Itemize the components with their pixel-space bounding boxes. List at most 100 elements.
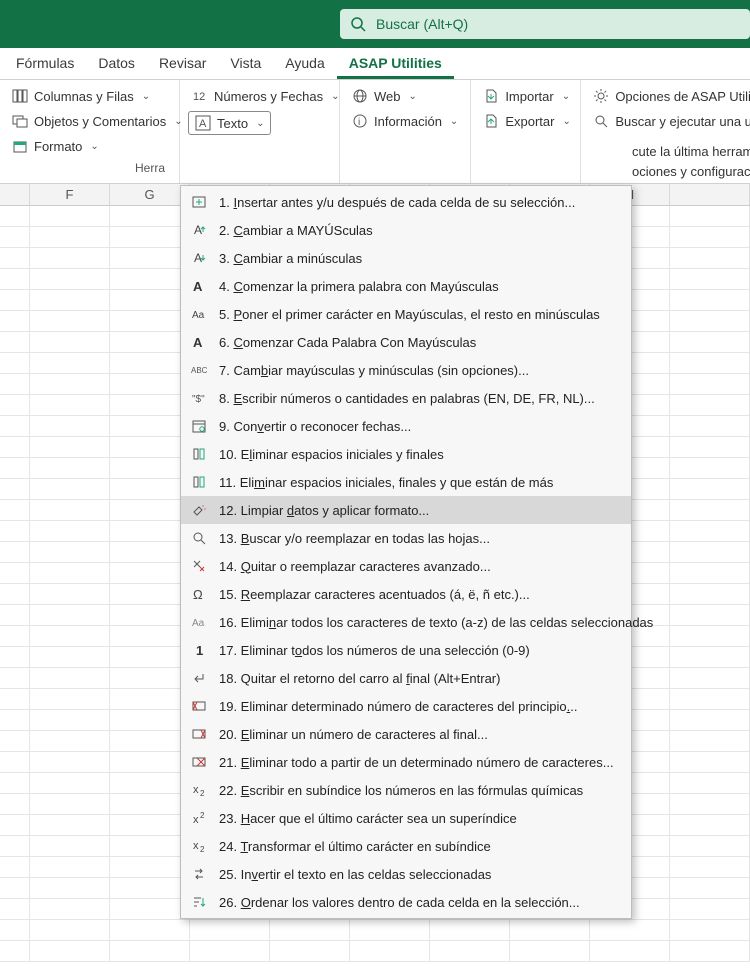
menu-item-label: 11. Eliminar espacios iniciales, finales… (219, 475, 553, 490)
menu-item-13[interactable]: 13. Buscar y/o reemplazar en todas las h… (181, 524, 631, 552)
omega-icon: Ω (189, 585, 209, 603)
menu-item-7[interactable]: ABC 7. Cambiar mayúsculas y minúsculas (s… (181, 356, 631, 384)
col-G[interactable]: G (110, 184, 190, 205)
menu-item-label: 7. Cambiar mayúsculas y minúsculas (sin … (219, 363, 529, 378)
menu-item-label: 15. Reemplazar caracteres acentuados (á,… (219, 587, 530, 602)
menu-item-11[interactable]: 11. Eliminar espacios iniciales, finales… (181, 468, 631, 496)
menu-item-4[interactable]: A4. Comenzar la primera palabra con Mayú… (181, 272, 631, 300)
menu-item-14[interactable]: 14. Quitar o reemplazar caracteres avanz… (181, 552, 631, 580)
menu-item-label: 17. Eliminar todos los números de una se… (219, 643, 530, 658)
menu-item-2[interactable]: A 2. Cambiar a MAYÚSculas (181, 216, 631, 244)
search-tool-icon (593, 113, 609, 129)
insert-icon (189, 193, 209, 211)
menu-item-label: 5. Poner el primer carácter en Mayúscula… (219, 307, 600, 322)
tab-datos[interactable]: Datos (86, 49, 147, 79)
menu-item-21[interactable]: 21. Eliminar todo a partir de un determi… (181, 748, 631, 776)
columns-rows-button[interactable]: Columnas y Filas ⌄ (8, 86, 171, 106)
menu-item-8[interactable]: "$"8. Escribir números o cantidades en p… (181, 384, 631, 412)
svg-text:A: A (199, 118, 207, 130)
numbers-dates-button[interactable]: 12 Números y Fechas⌄ (188, 86, 331, 106)
menu-item-label: 25. Invertir el texto en las celdas sele… (219, 867, 491, 882)
menu-item-label: 26. Ordenar los valores dentro de cada c… (219, 895, 580, 910)
menu-item-15[interactable]: Ω 15. Reemplazar caracteres acentuados (á… (181, 580, 631, 608)
menu-item-label: 24. Transformar el último carácter en su… (219, 839, 491, 854)
menu-item-24[interactable]: x2 24. Transformar el último carácter en … (181, 832, 631, 860)
menu-item-12[interactable]: 12. Limpiar datos y aplicar formato... (181, 496, 631, 524)
svg-text:x: x (193, 784, 199, 796)
chevron-down-icon: ⌄ (142, 91, 150, 102)
svg-text:ABC: ABC (191, 366, 207, 375)
menu-item-16[interactable]: Aa16. Eliminar todos los caracteres de t… (181, 608, 631, 636)
AH-icon: A (189, 277, 209, 295)
format-button[interactable]: Formato⌄ (8, 136, 171, 156)
A-up-icon: A (189, 221, 209, 239)
menu-item-18[interactable]: 18. Quitar el retorno del carro al final… (181, 664, 631, 692)
import-label: Importar (505, 89, 553, 104)
tab-vista[interactable]: Vista (218, 49, 273, 79)
chevron-down-icon: ⌄ (90, 141, 98, 152)
text-button[interactable]: A Texto ⌄ (188, 111, 271, 135)
A-dn-icon: A (189, 249, 209, 267)
export-label: Exportar (505, 114, 554, 129)
menu-item-label: 14. Quitar o reemplazar caracteres avanz… (219, 559, 491, 574)
menu-item-1[interactable]: 1. Insertar antes y/u después de cada ce… (181, 188, 631, 216)
gear-icon (593, 88, 609, 104)
svg-text:A: A (193, 279, 203, 294)
tab-revisar[interactable]: Revisar (147, 49, 218, 79)
menu-item-26[interactable]: 26. Ordenar los valores dentro de cada c… (181, 888, 631, 916)
menu-item-label: 10. Eliminar espacios iniciales y finale… (219, 447, 444, 462)
numbers-icon: 12 (192, 88, 208, 104)
menu-item-label: 19. Eliminar determinado número de carac… (219, 699, 577, 714)
information-button[interactable]: i Información⌄ (348, 111, 462, 131)
table-row[interactable] (0, 941, 750, 962)
menu-item-label: 3. Cambiar a minúsculas (219, 251, 362, 266)
col-F[interactable]: F (30, 184, 110, 205)
menu-item-25[interactable]: 25. Invertir el texto en las celdas sele… (181, 860, 631, 888)
columns-rows-label: Columnas y Filas (34, 89, 134, 104)
text-dropdown-menu: 1. Insertar antes y/u después de cada ce… (180, 185, 632, 919)
dollar-icon: "$" (189, 389, 209, 407)
trim-icon (189, 445, 209, 463)
menu-item-6[interactable]: A6. Comenzar Cada Palabra Con Mayúsculas (181, 328, 631, 356)
search-box[interactable]: Buscar (Alt+Q) (340, 9, 750, 39)
menu-item-20[interactable]: 20. Eliminar un número de caracteres al … (181, 720, 631, 748)
objects-comments-label: Objetos y Comentarios (34, 114, 166, 129)
svg-text:i: i (358, 117, 360, 128)
chevron-down-icon: ⌄ (409, 91, 417, 102)
import-button[interactable]: Importar⌄ (479, 86, 572, 106)
objects-icon (12, 113, 28, 129)
tab-asap-utilities[interactable]: ASAP Utilities (337, 49, 454, 79)
text-label: Texto (217, 116, 248, 131)
export-button[interactable]: Exportar⌄ (479, 111, 572, 131)
menu-item-23[interactable]: x223. Hacer que el último carácter sea u… (181, 804, 631, 832)
menu-item-label: 1. Insertar antes y/u después de cada ce… (219, 195, 575, 210)
menu-item-label: 16. Eliminar todos los caracteres de tex… (219, 615, 653, 630)
objects-comments-button[interactable]: Objetos y Comentarios⌄ (8, 111, 171, 131)
search-run-button[interactable]: Buscar y ejecutar una utili (589, 111, 743, 131)
web-icon (352, 88, 368, 104)
menu-item-10[interactable]: 10. Eliminar espacios iniciales y finale… (181, 440, 631, 468)
menu-item-22[interactable]: x222. Escribir en subíndice los números … (181, 776, 631, 804)
menu-item-label: 9. Convertir o reconocer fechas... (219, 419, 411, 434)
asap-options-label: Opciones de ASAP Utilitie (615, 89, 750, 104)
menu-item-label: 2. Cambiar a MAYÚSculas (219, 223, 373, 238)
web-button[interactable]: Web⌄ (348, 86, 462, 106)
menu-item-5[interactable]: Aa5. Poner el primer carácter en Mayúscu… (181, 300, 631, 328)
asap-options-button[interactable]: Opciones de ASAP Utilitie (589, 86, 743, 106)
tab-ayuda[interactable]: Ayuda (273, 49, 336, 79)
menu-item-9[interactable]: 9. Convertir o reconocer fechas... (181, 412, 631, 440)
menu-item-17[interactable]: 117. Eliminar todos los números de una s… (181, 636, 631, 664)
return-icon (189, 669, 209, 687)
menu-item-3[interactable]: A 3. Cambiar a minúsculas (181, 244, 631, 272)
cal-icon (189, 417, 209, 435)
svg-text:"$": "$" (192, 394, 205, 405)
tab-formulas[interactable]: Fórmulas (4, 49, 86, 79)
menu-item-19[interactable]: 19. Eliminar determinado número de carac… (181, 692, 631, 720)
svg-text:Aa: Aa (192, 618, 205, 629)
svg-text:2: 2 (200, 845, 205, 854)
x2d-icon: x2 (189, 837, 209, 855)
table-row[interactable] (0, 920, 750, 941)
svg-text:2: 2 (200, 811, 205, 820)
tab-bar: Fórmulas Datos Revisar Vista Ayuda ASAP … (0, 48, 750, 80)
chevron-down-icon: ⌄ (256, 118, 264, 129)
